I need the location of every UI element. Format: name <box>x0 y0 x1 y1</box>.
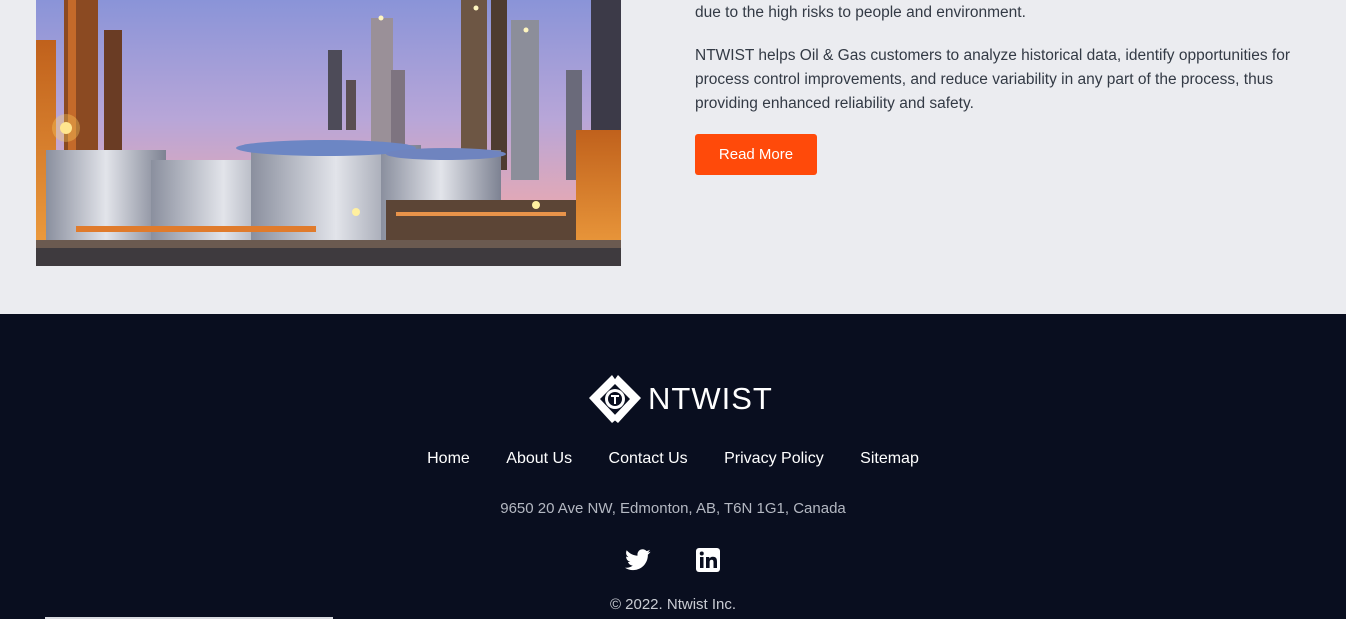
footer-link-home[interactable]: Home <box>427 450 470 467</box>
footer-link-sitemap[interactable]: Sitemap <box>860 450 919 467</box>
refinery-image <box>36 0 621 266</box>
industry-section: due to the high risks to people and envi… <box>0 0 1346 314</box>
logo-wordmark: NTWIST <box>648 381 773 416</box>
description-paragraph: NTWIST helps Oil & Gas customers to anal… <box>695 47 1290 112</box>
site-footer: NTWIST Home About Us Contact Us Privacy … <box>0 314 1346 619</box>
twitter-icon[interactable] <box>625 547 651 573</box>
ntwist-logo-mark-icon <box>589 375 641 423</box>
footer-link-contact-us[interactable]: Contact Us <box>609 450 688 467</box>
social-links <box>0 547 1346 573</box>
footer-link-about-us[interactable]: About Us <box>506 450 572 467</box>
company-address: 9650 20 Ave NW, Edmonton, AB, T6N 1G1, C… <box>500 500 846 517</box>
description-paragraph: due to the high risks to people and envi… <box>695 4 1026 21</box>
footer-logo[interactable]: NTWIST <box>588 374 773 424</box>
linkedin-icon[interactable] <box>695 547 721 573</box>
footer-nav: Home About Us Contact Us Privacy Policy … <box>0 450 1346 468</box>
copyright-text: © 2022. Ntwist Inc. <box>609 596 737 613</box>
footer-link-privacy-policy[interactable]: Privacy Policy <box>724 450 824 467</box>
read-more-button[interactable]: Read More <box>695 134 817 175</box>
